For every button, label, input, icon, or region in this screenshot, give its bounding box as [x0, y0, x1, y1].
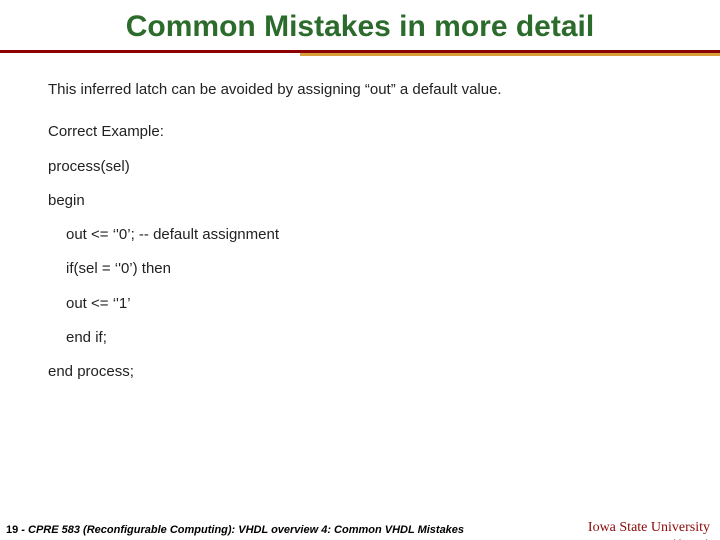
page-number: 19 — [6, 524, 18, 536]
footer-course: CPRE 583 (Reconfigurable Computing): VHD… — [28, 524, 464, 536]
code-line-endif: end if; — [48, 328, 672, 348]
code-line-endprocess: end process; — [48, 362, 672, 382]
section-label: Correct Example: — [48, 122, 672, 142]
footer-institution-sub: (Ames) — [671, 536, 710, 540]
title-rule — [0, 50, 720, 56]
intro-text: This inferred latch can be avoided by as… — [48, 80, 672, 100]
slide-title: Common Mistakes in more detail — [0, 0, 720, 50]
slide-body: This inferred latch can be avoided by as… — [0, 56, 720, 382]
code-line-if: if(sel = ‘'0’) then — [48, 259, 672, 279]
code-line-out-assign: out <= ‘'1’ — [48, 294, 672, 314]
footer-sep: - — [18, 524, 28, 536]
footer-left: 19 - CPRE 583 (Reconfigurable Computing)… — [6, 524, 464, 536]
footer-institution: Iowa State University — [588, 520, 710, 536]
footer: 19 - CPRE 583 (Reconfigurable Computing)… — [0, 518, 720, 540]
code-line-begin: begin — [48, 191, 672, 211]
code-line-process: process(sel) — [48, 157, 672, 177]
rule-orange — [300, 53, 720, 56]
code-line-default-assign: out <= ‘'0’; -- default assignment — [48, 225, 672, 245]
